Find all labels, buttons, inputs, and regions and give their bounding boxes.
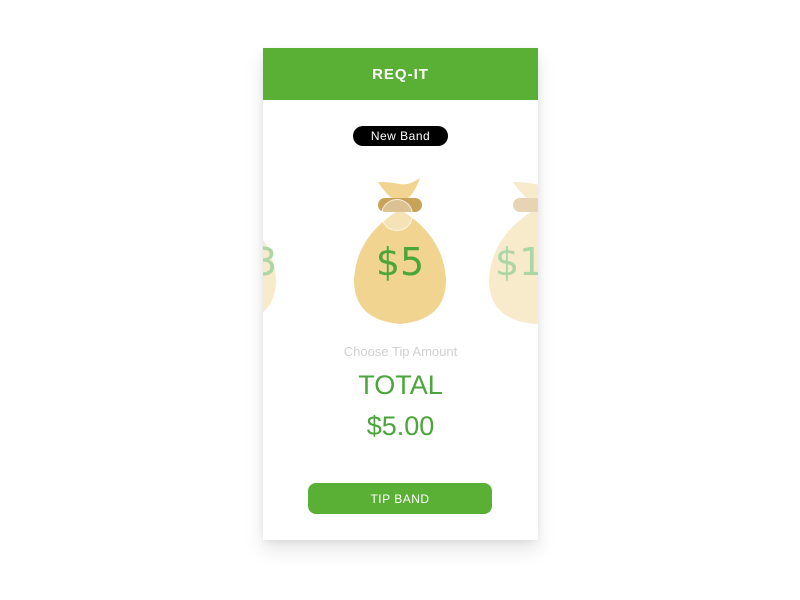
money-bag-option-left[interactable]: 3 [263,168,282,328]
tip-amount-carousel[interactable]: 3 $5 $1 [263,168,538,338]
choose-tip-prompt: Choose Tip Amount [343,344,458,359]
total-amount: $5.00 [366,411,435,441]
touch-indicator [381,199,413,231]
tip-amount-label: $5 [375,240,425,284]
tip-band-button[interactable]: TIP BAND [308,483,492,514]
new-band-badge[interactable]: New Band [353,126,448,146]
money-bag-option-right[interactable]: $1 [483,168,538,328]
tip-amount-label: $1 [495,240,538,284]
money-bag-option-selected[interactable]: $5 [348,168,452,328]
app-header: REQ-IT [263,48,538,100]
app-screen: REQ-IT New Band 3 $5 $1 Choose Tip Amoun… [263,48,538,540]
total-heading: TOTAL [358,370,443,400]
tip-amount-label: 3 [263,240,277,284]
app-title: REQ-IT [372,65,429,83]
